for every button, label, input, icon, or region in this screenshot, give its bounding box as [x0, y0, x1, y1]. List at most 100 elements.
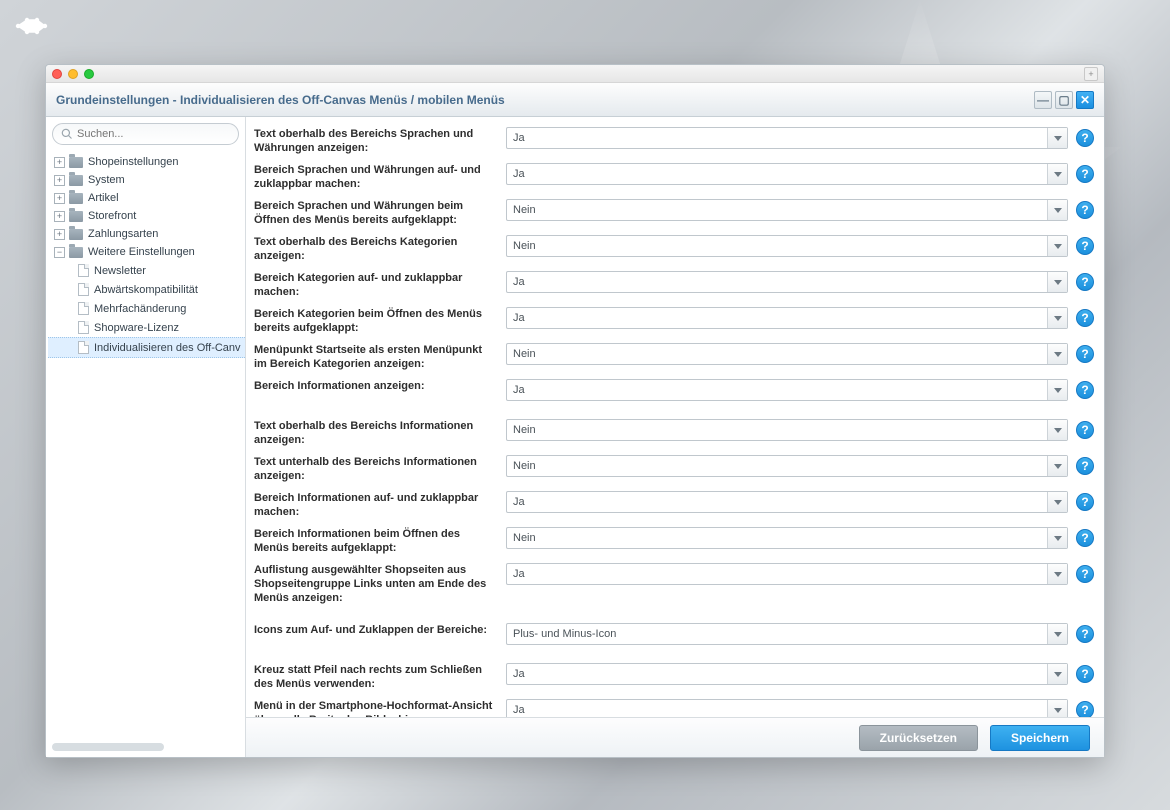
form-label: Menüpunkt Startseite als ersten Menüpunk…	[254, 343, 506, 371]
select-field[interactable]: Ja	[506, 163, 1068, 185]
document-icon	[78, 302, 89, 315]
tree-folder[interactable]: + Shopeinstellungen	[48, 153, 245, 171]
help-icon[interactable]: ?	[1076, 381, 1094, 399]
help-icon[interactable]: ?	[1076, 665, 1094, 683]
form-label: Kreuz statt Pfeil nach rechts zum Schlie…	[254, 663, 506, 691]
form-label: Bereich Informationen auf- und zuklappba…	[254, 491, 506, 519]
chevron-down-icon	[1047, 128, 1067, 148]
tree-folder[interactable]: +Zahlungsarten	[48, 225, 245, 243]
select-field[interactable]: Ja	[506, 699, 1068, 717]
expand-icon[interactable]: +	[54, 157, 65, 168]
reset-button[interactable]: Zurücksetzen	[859, 725, 978, 751]
help-icon[interactable]: ?	[1076, 201, 1094, 219]
close-button[interactable]: ✕	[1076, 91, 1094, 109]
tree-item[interactable]: Newsletter	[48, 261, 245, 280]
form-label: Icons zum Auf- und Zuklappen der Bereich…	[254, 623, 506, 637]
tree-folder[interactable]: +Storefront	[48, 207, 245, 225]
help-icon[interactable]: ?	[1076, 345, 1094, 363]
tree-item[interactable]: Abwärtskompatibilität	[48, 280, 245, 299]
help-icon[interactable]: ?	[1076, 129, 1094, 147]
select-value: Ja	[507, 168, 531, 180]
select-field[interactable]: Nein	[506, 343, 1068, 365]
sidebar: +Shopeinstellungen+System+Artikel+Storef…	[46, 117, 246, 757]
select-value: Nein	[507, 240, 542, 252]
help-icon[interactable]: ?	[1076, 493, 1094, 511]
chevron-down-icon	[1047, 380, 1067, 400]
search-input[interactable]	[77, 128, 230, 140]
help-icon[interactable]: ?	[1076, 625, 1094, 643]
tree-item[interactable]: Individualisieren des Off-Canv	[48, 337, 245, 358]
select-value: Nein	[507, 204, 542, 216]
select-field[interactable]: Ja	[506, 491, 1068, 513]
form-label: Bereich Kategorien beim Öffnen des Menüs…	[254, 307, 506, 335]
form-row: Bereich Kategorien auf- und zuklappbar m…	[254, 267, 1094, 303]
select-field[interactable]: Nein	[506, 419, 1068, 441]
select-value: Plus- und Minus-Icon	[507, 628, 622, 640]
form-label: Auflistung ausgewählter Shopseiten aus S…	[254, 563, 506, 605]
folder-icon	[69, 157, 83, 168]
form-label: Bereich Informationen anzeigen:	[254, 379, 506, 393]
select-field[interactable]: Nein	[506, 455, 1068, 477]
help-icon[interactable]: ?	[1076, 457, 1094, 475]
form-row: Menü in der Smartphone-Hochformat-Ansich…	[254, 695, 1094, 717]
select-field[interactable]: Ja	[506, 127, 1068, 149]
chevron-down-icon	[1047, 308, 1067, 328]
expand-icon[interactable]: +	[54, 229, 65, 240]
sidebar-scrollbar[interactable]	[46, 743, 245, 757]
window-title: Grundeinstellungen - Individualisieren d…	[56, 93, 505, 107]
select-value: Nein	[507, 348, 542, 360]
minimize-traffic-light[interactable]	[68, 69, 78, 79]
nav-tree: +Shopeinstellungen+System+Artikel+Storef…	[46, 151, 245, 743]
help-icon[interactable]: ?	[1076, 421, 1094, 439]
folder-icon	[69, 193, 83, 204]
tree-label: Artikel	[88, 192, 119, 204]
select-value: Nein	[507, 424, 542, 436]
tree-folder[interactable]: + Artikel	[48, 189, 245, 207]
tree-folder-open[interactable]: −Weitere Einstellungen	[48, 243, 245, 261]
help-icon[interactable]: ?	[1076, 237, 1094, 255]
expand-icon[interactable]: +	[54, 211, 65, 222]
zoom-traffic-light[interactable]	[84, 69, 94, 79]
form-label: Text oberhalb des Bereichs Kategorien an…	[254, 235, 506, 263]
select-value: Ja	[507, 276, 531, 288]
select-field[interactable]: Nein	[506, 235, 1068, 257]
select-value: Ja	[507, 384, 531, 396]
new-tab-button[interactable]: +	[1084, 67, 1098, 81]
select-field[interactable]: Ja	[506, 271, 1068, 293]
tree-item[interactable]: Shopware-Lizenz	[48, 318, 245, 337]
select-field[interactable]: Ja	[506, 563, 1068, 585]
select-field[interactable]: Ja	[506, 307, 1068, 329]
footer: Zurücksetzen Speichern	[246, 717, 1104, 757]
search-input-wrapper[interactable]	[52, 123, 239, 145]
help-icon[interactable]: ?	[1076, 165, 1094, 183]
help-icon[interactable]: ?	[1076, 701, 1094, 717]
tree-label: Shopeinstellungen	[88, 156, 179, 168]
help-icon[interactable]: ?	[1076, 529, 1094, 547]
expand-icon[interactable]: +	[54, 175, 65, 186]
maximize-button[interactable]: ▢	[1055, 91, 1073, 109]
help-icon[interactable]: ?	[1076, 565, 1094, 583]
collapse-icon[interactable]: −	[54, 247, 65, 258]
select-value: Ja	[507, 568, 531, 580]
select-field[interactable]: Nein	[506, 527, 1068, 549]
tree-label: Mehrfachänderung	[94, 303, 186, 315]
select-field[interactable]: Nein	[506, 199, 1068, 221]
document-icon	[78, 341, 89, 354]
expand-icon[interactable]: +	[54, 193, 65, 204]
chevron-down-icon	[1047, 528, 1067, 548]
tree-folder[interactable]: +System	[48, 171, 245, 189]
help-icon[interactable]: ?	[1076, 273, 1094, 291]
help-icon[interactable]: ?	[1076, 309, 1094, 327]
select-field[interactable]: Ja	[506, 663, 1068, 685]
close-traffic-light[interactable]	[52, 69, 62, 79]
form-row: Menüpunkt Startseite als ersten Menüpunk…	[254, 339, 1094, 375]
select-field[interactable]: Ja	[506, 379, 1068, 401]
select-field[interactable]: Plus- und Minus-Icon	[506, 623, 1068, 645]
form-row: Bereich Informationen anzeigen:Ja?	[254, 375, 1094, 405]
brand-icon	[14, 15, 48, 37]
minimize-button[interactable]: —	[1034, 91, 1052, 109]
save-button[interactable]: Speichern	[990, 725, 1090, 751]
select-value: Ja	[507, 704, 531, 716]
tree-item[interactable]: Mehrfachänderung	[48, 299, 245, 318]
form-row: Bereich Sprachen und Währungen beim Öffn…	[254, 195, 1094, 231]
